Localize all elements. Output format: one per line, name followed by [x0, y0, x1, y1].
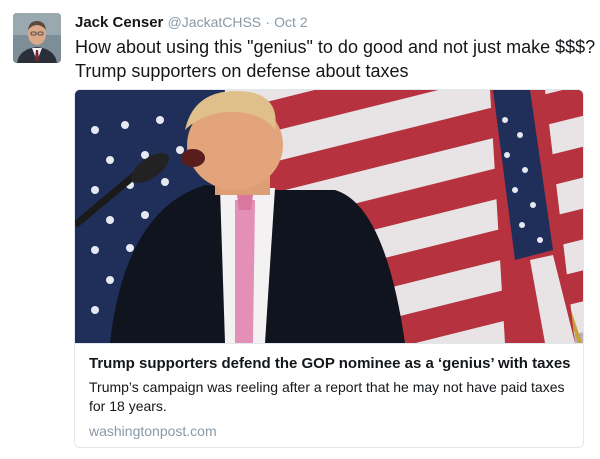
avatar[interactable] [13, 13, 61, 63]
meta-separator: · [265, 14, 270, 30]
card-body[interactable]: Trump supporters defend the GOP nominee … [75, 343, 583, 447]
link-card[interactable]: Trump supporters defend the GOP nominee … [74, 89, 584, 448]
tweet-text-line-2: Trump supporters on defense about taxes [75, 61, 409, 81]
tweet-text-line-1: How about using this "genius" to do good… [75, 37, 596, 57]
card-domain[interactable]: washingtonpost.com [89, 422, 573, 441]
card-description: Trump’s campaign was reeling after a rep… [89, 379, 565, 414]
card-image[interactable] [75, 90, 583, 343]
tweet-header: Jack Censer @JackatCHSS · Oct 2 [75, 12, 308, 33]
photo-of-speaker-with-flag-icon [75, 90, 583, 343]
card-title[interactable]: Trump supporters defend the GOP nominee … [89, 354, 573, 374]
author-handle[interactable]: @JackatCHSS [168, 14, 262, 30]
tweet-text: How about using this "genius" to do good… [75, 35, 596, 83]
tweet-date[interactable]: Oct 2 [274, 14, 307, 30]
author-name[interactable]: Jack Censer [75, 14, 163, 31]
